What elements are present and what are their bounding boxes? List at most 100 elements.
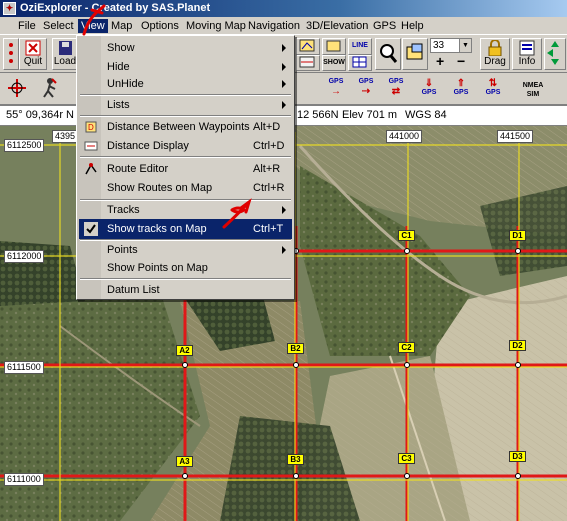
grid-cell-label: C3 (398, 453, 415, 464)
menu-item-route-editor[interactable]: Route Editor Alt+R (79, 159, 292, 179)
find-button[interactable] (375, 38, 401, 70)
nmea-sim-button[interactable]: NMEA SIM (520, 81, 546, 103)
zoom-in-icon[interactable]: + (436, 53, 444, 69)
hiker-icon (43, 78, 57, 98)
status-latitude: 55° 09,364r N (6, 109, 74, 121)
map-tool-icon-2 (299, 56, 315, 68)
menu-item-show-routes-on-map[interactable]: Show Routes on Map Ctrl+R (79, 178, 292, 198)
menu-item-tracks[interactable]: Tracks (79, 200, 292, 220)
menu-select[interactable]: Select (40, 19, 77, 33)
map-overview-button[interactable] (402, 38, 428, 70)
gps-label-2: GPS (358, 78, 374, 85)
submenu-arrow-icon (282, 246, 286, 254)
gps-button-3[interactable]: GPS ⇄ (385, 78, 407, 100)
menu-moving-map[interactable]: Moving Map (183, 19, 249, 33)
easting-label-2: 441000 (386, 130, 423, 143)
info-icon (519, 40, 535, 56)
gps-button-4[interactable]: ⇓ GPS (418, 78, 440, 100)
zoom-select[interactable]: 33 ▼ (430, 38, 472, 53)
menu-item-points[interactable]: Points (79, 240, 292, 260)
menu-item-shortcut: Alt+R (253, 163, 281, 175)
info-button[interactable]: Info (512, 38, 542, 70)
drag-button[interactable]: Drag (480, 38, 510, 70)
toolbar-button-d[interactable] (348, 55, 372, 71)
grid-cell-label: D1 (509, 230, 526, 241)
menu-file[interactable]: File (15, 19, 39, 33)
menu-item-label: Lists (107, 99, 130, 111)
info-label: Info (518, 56, 536, 67)
grid-node (293, 473, 299, 479)
gps-button-6[interactable]: ⇅ GPS (482, 78, 504, 100)
submenu-arrow-icon (282, 44, 286, 52)
gps-button-2[interactable]: GPS ⇢ (355, 78, 377, 100)
pan-button[interactable] (544, 38, 566, 70)
line-button[interactable]: LINE (348, 38, 372, 55)
pan-arrows-icon (547, 41, 559, 65)
menu-item-lists[interactable]: Lists (79, 95, 292, 115)
gps-label-3: GPS (388, 78, 404, 85)
menu-item-datum-list[interactable]: Datum List (79, 280, 292, 300)
arrows-vertical-icon: ⇅ (488, 78, 498, 89)
menu-navigation[interactable]: Navigation (245, 19, 303, 33)
gps-button-5[interactable]: ⇑ GPS (450, 78, 472, 100)
show-button[interactable]: SHOW (322, 55, 346, 71)
grid-node (182, 362, 188, 368)
grid-cell-label: B3 (287, 454, 304, 465)
menu-bar: File Select View Map Options Moving Map … (0, 17, 567, 35)
menu-item-unhide[interactable]: UnHide (79, 74, 292, 94)
load-button[interactable]: Load (52, 38, 78, 70)
gps-label-4: GPS (421, 89, 437, 96)
menu-map[interactable]: Map (108, 19, 135, 33)
grid-node (404, 248, 410, 254)
route-editor-icon (85, 163, 97, 175)
dots-icon (9, 43, 13, 63)
gps-label-5: GPS (453, 89, 469, 96)
target-button[interactable] (3, 75, 31, 101)
grid-node (515, 362, 521, 368)
grid-node (404, 473, 410, 479)
toolbar-button-c[interactable] (322, 38, 346, 55)
menu-gps[interactable]: GPS (370, 19, 399, 33)
toolbar-button-a[interactable] (296, 38, 320, 55)
submenu-arrow-icon (282, 80, 286, 88)
toolbar-button-b[interactable] (296, 55, 320, 71)
chevron-down-icon[interactable]: ▼ (459, 39, 471, 52)
checkmark-icon (84, 222, 98, 236)
drag-label: Drag (484, 56, 506, 67)
submenu-arrow-icon (282, 101, 286, 109)
grid-node (182, 473, 188, 479)
menu-3d-elevation[interactable]: 3D/Elevation (303, 19, 371, 33)
arrows-icon: ⇄ (391, 86, 401, 97)
menu-item-label: Show tracks on Map (107, 223, 207, 235)
menu-item-shortcut: Alt+D (253, 121, 281, 133)
menu-item-shortcut: Ctrl+R (253, 182, 285, 194)
gps-label-6: GPS (485, 89, 501, 96)
grid-cell-label: C2 (398, 342, 415, 353)
menu-item-shortcut: Ctrl+D (253, 140, 285, 152)
quit-button[interactable]: Quit (19, 38, 47, 70)
menu-help[interactable]: Help (398, 19, 427, 33)
menu-view[interactable]: View (78, 19, 108, 33)
menu-item-show-points-on-map[interactable]: Show Points on Map (79, 258, 292, 278)
menu-item-label: Show (107, 42, 135, 54)
grid-cell-label: C1 (398, 230, 415, 241)
easting-label-1: 4395 (52, 130, 79, 143)
menu-item-label: Points (107, 244, 138, 256)
menu-item-distance-between-waypoints[interactable]: D Distance Between Waypoints Alt+D (79, 117, 292, 137)
submenu-arrow-icon (282, 206, 286, 214)
distance-display-icon (84, 141, 98, 151)
gps-button-1[interactable]: GPS → (325, 78, 347, 100)
menu-item-show[interactable]: Show (79, 38, 292, 58)
gps-label-1: GPS (328, 78, 344, 85)
person-button[interactable] (36, 75, 64, 101)
zoom-out-icon[interactable]: − (457, 53, 465, 69)
nmea-sim-label: NMEA SIM (522, 82, 544, 98)
map-tool-icon (299, 39, 315, 52)
northing-label-1: 6112500 (4, 139, 45, 152)
grid-cell-label: A3 (176, 456, 193, 467)
menu-item-show-tracks-on-map[interactable]: Show tracks on Map Ctrl+T (79, 219, 292, 239)
menu-item-distance-display[interactable]: Distance Display Ctrl+D (79, 136, 292, 156)
menu-item-label: UnHide (107, 78, 144, 90)
status-elevation: Elev 701 m (342, 109, 398, 121)
menu-options[interactable]: Options (138, 19, 182, 33)
